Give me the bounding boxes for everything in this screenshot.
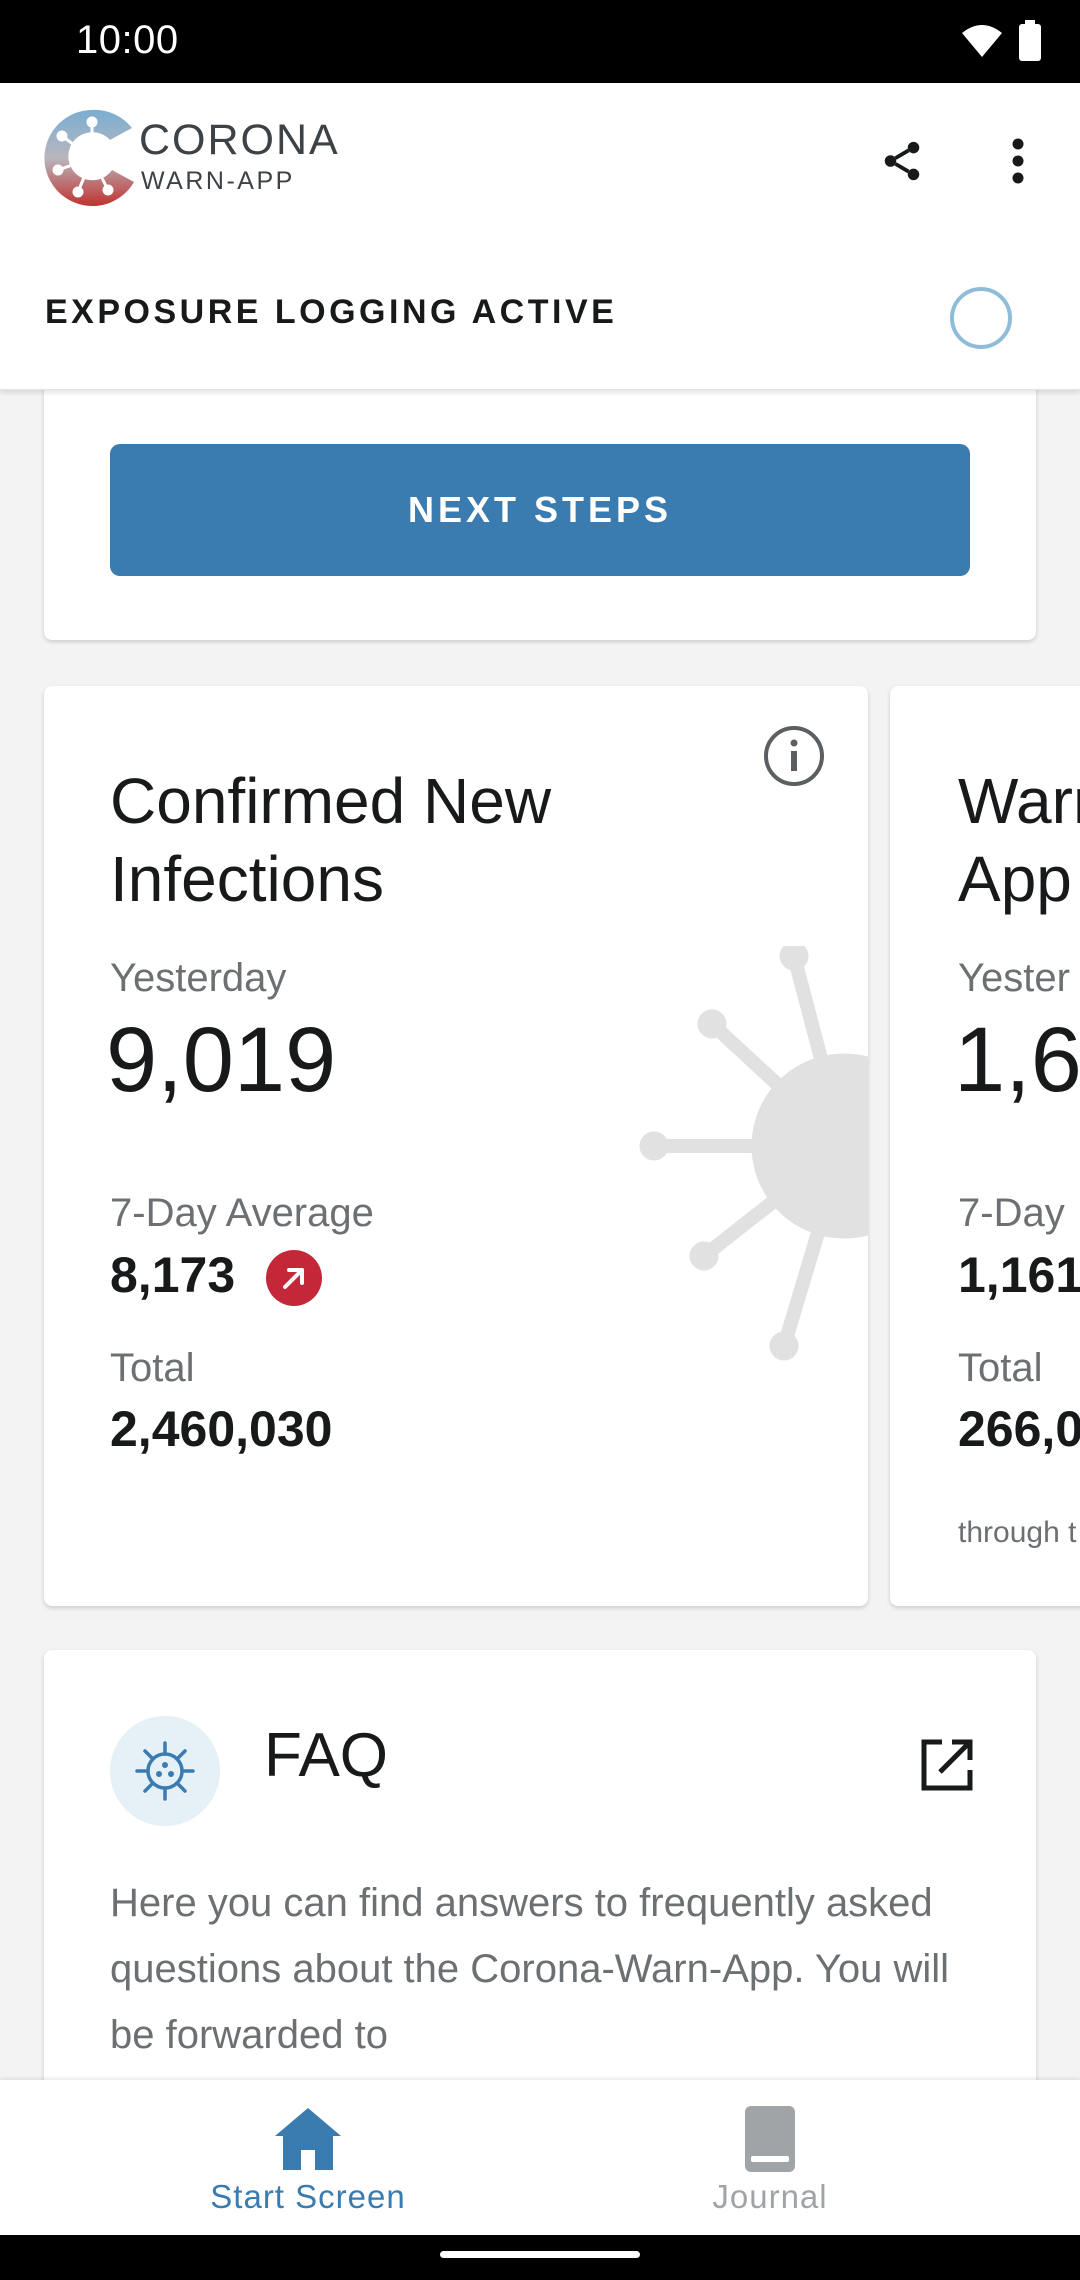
yesterday-value: 9,019 xyxy=(106,1009,337,1111)
total-label: Total xyxy=(110,1346,195,1390)
yesterday-value: 1,6 xyxy=(954,1009,1080,1111)
faq-description: Here you can find answers to frequently … xyxy=(110,1881,950,2057)
virus-illustration-icon xyxy=(639,946,868,1361)
gesture-handle[interactable] xyxy=(440,2251,640,2258)
virus-icon xyxy=(135,1741,195,1801)
seven-day-average-value: 8,173 xyxy=(110,1247,236,1303)
statistics-title: Confirmed New Infections xyxy=(110,765,552,915)
battery-icon xyxy=(1019,20,1041,61)
yesterday-label: Yester xyxy=(958,956,1070,1000)
more-options-button[interactable] xyxy=(988,131,1048,191)
system-navigation-bar xyxy=(0,2235,1080,2280)
statistics-card-infections[interactable]: Confirmed New Infections Yesterday 9,019… xyxy=(44,686,868,1606)
nav-label-journal: Journal xyxy=(712,2178,828,2215)
more-vert-icon xyxy=(1012,138,1024,184)
seven-day-average-label: 7-Day xyxy=(958,1191,1065,1235)
wifi-icon xyxy=(962,25,1002,57)
home-icon xyxy=(275,2108,341,2170)
total-value: 2,460,030 xyxy=(110,1401,333,1457)
bottom-navigation: Start Screen Journal xyxy=(0,2080,1080,2235)
total-value: 266,0 xyxy=(958,1401,1080,1457)
footnote: through t xyxy=(958,1516,1077,1549)
nav-item-journal[interactable]: Journal xyxy=(500,2080,1040,2235)
logo-subtitle: WARN-APP xyxy=(141,167,295,195)
faq-icon-container xyxy=(110,1716,220,1826)
exposure-logging-indicator-icon xyxy=(950,287,1012,349)
faq-title: FAQ xyxy=(264,1721,389,1790)
journal-book-icon xyxy=(745,2106,795,2172)
info-icon[interactable] xyxy=(762,724,826,788)
total-label: Total xyxy=(958,1346,1043,1390)
next-steps-button[interactable]: NEXT STEPS xyxy=(110,444,970,576)
nav-label-start-screen: Start Screen xyxy=(210,2178,406,2215)
status-time: 10:00 xyxy=(76,18,179,62)
exposure-logging-status[interactable]: EXPOSURE LOGGING ACTIVE xyxy=(45,293,617,332)
seven-day-average-value: 1,161 xyxy=(958,1247,1080,1303)
app-header: CORONA WARN-APP EXPOSURE LOGGING ACTIVE xyxy=(0,83,1080,390)
logo-title: CORONA xyxy=(139,116,340,164)
risk-card: NEXT STEPS xyxy=(44,390,1036,640)
share-icon xyxy=(884,141,920,181)
trend-increasing-icon xyxy=(266,1250,322,1306)
share-button[interactable] xyxy=(872,131,932,191)
faq-card[interactable]: FAQ Here you can find answers to frequen… xyxy=(44,1650,1036,2080)
external-link-icon[interactable] xyxy=(914,1732,980,1798)
nav-item-start-screen[interactable]: Start Screen xyxy=(38,2080,578,2235)
home-content[interactable]: NEXT STEPS Confirmed New Infections Yest… xyxy=(0,390,1080,2080)
status-icons xyxy=(960,18,1042,64)
corona-warn-app-logo xyxy=(44,109,134,206)
statistics-title: Warn App xyxy=(958,765,1080,915)
statistics-card-warnings[interactable]: Warn App Yester 1,6 7-Day 1,161 Total 26… xyxy=(890,686,1080,1606)
seven-day-average-label: 7-Day Average xyxy=(110,1191,374,1235)
yesterday-label: Yesterday xyxy=(110,956,287,1000)
status-bar: 10:00 xyxy=(0,0,1080,83)
